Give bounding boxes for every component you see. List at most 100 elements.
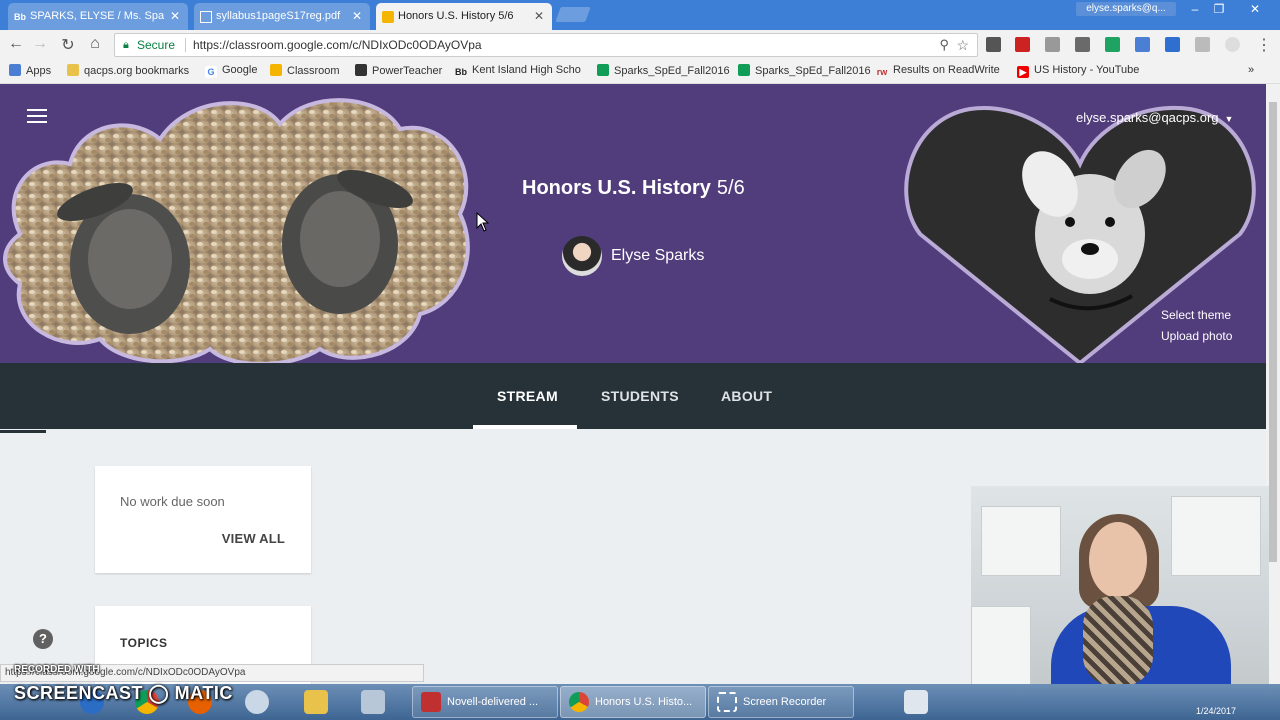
active-tab-indicator xyxy=(473,425,577,429)
taskbar-item-chrome[interactable]: Honors U.S. Histo... xyxy=(560,686,706,718)
apps-grid-icon xyxy=(9,64,21,76)
loading-bar xyxy=(0,430,46,433)
browser-tab-label: SPARKS, ELYSE / Ms. Spa xyxy=(30,10,165,22)
reload-icon[interactable]: ↻ xyxy=(58,35,78,55)
screencast-watermark: SCREENCAST ◯ MATIC xyxy=(14,683,233,703)
course-section: 5/6 xyxy=(716,177,745,199)
blackboard-icon: Bb xyxy=(14,12,26,22)
presenter-face xyxy=(1089,522,1147,598)
zoom-icon[interactable]: ⚲ xyxy=(939,34,949,56)
browser-tab-blackboard[interactable]: Bb SPARKS, ELYSE / Ms. Spa ✕ xyxy=(8,3,188,30)
mouse-cursor-icon xyxy=(476,212,490,232)
webcam-overlay xyxy=(971,486,1269,686)
bookmarks-overflow-icon[interactable]: » xyxy=(1248,64,1254,76)
drive-icon[interactable] xyxy=(1105,37,1120,52)
bookmark-apps[interactable]: Apps xyxy=(9,64,51,77)
caret-down-icon: ▼ xyxy=(1224,114,1234,124)
browser-tab-label: syllabus1pageS17reg.pdf xyxy=(216,10,341,22)
screen-recorder-icon xyxy=(717,692,737,712)
extension-icon[interactable] xyxy=(1195,37,1210,52)
readwrite-icon: rw xyxy=(876,67,888,77)
course-title: Honors U.S. History 5/6 xyxy=(522,177,745,199)
maximize-icon[interactable]: ❐ xyxy=(1208,2,1230,16)
scrollbar-thumb[interactable] xyxy=(1269,102,1277,562)
secure-label: Secure xyxy=(137,38,176,52)
close-icon[interactable]: ✕ xyxy=(352,9,362,23)
class-tabs: STREAM STUDENTS ABOUT xyxy=(0,363,1266,429)
pen-icon[interactable] xyxy=(904,690,928,714)
extension-icon[interactable] xyxy=(1045,37,1060,52)
taskbar-item-recorder[interactable]: Screen Recorder xyxy=(708,686,854,718)
close-icon[interactable]: ✕ xyxy=(534,9,544,23)
account-switcher[interactable]: elyse.sparks@qacps.org ▼ xyxy=(1076,110,1233,125)
address-bar[interactable]: 🔒︎ Secure https://classroom.google.com/c… xyxy=(114,33,978,57)
view-all-button[interactable]: VIEW ALL xyxy=(222,531,285,546)
upcoming-work-card: No work due soon VIEW ALL xyxy=(95,466,311,573)
recorded-with-label: RECORDED WITH xyxy=(14,664,100,675)
extension-icon[interactable] xyxy=(1015,37,1030,52)
new-tab-button[interactable] xyxy=(555,7,591,22)
bookmark-classroom[interactable]: Classroom xyxy=(270,64,340,77)
url-text: https://classroom.google.com/c/NDIxODc0O… xyxy=(193,38,482,52)
novell-icon xyxy=(421,692,441,712)
account-email: elyse.sparks@qacps.org xyxy=(1076,110,1219,125)
tab-students[interactable]: STUDENTS xyxy=(601,388,679,404)
bookmark-kent-island[interactable]: Bb Kent Island High Scho xyxy=(455,64,581,78)
bookmark-youtube[interactable]: ▶ US History - YouTube xyxy=(1017,64,1139,78)
taskbar-item-novell[interactable]: Novell-delivered ... xyxy=(412,686,558,718)
browser-tab-strip: Bb SPARKS, ELYSE / Ms. Spa ✕ syllabus1pa… xyxy=(0,0,1280,30)
minimize-icon[interactable]: – xyxy=(1184,2,1206,16)
help-icon[interactable]: ? xyxy=(33,629,53,649)
select-theme-link[interactable]: Select theme xyxy=(1161,308,1231,322)
home-icon[interactable]: ⌂ xyxy=(85,35,105,53)
browser-toolbar: ← → ↻ ⌂ 🔒︎ Secure https://classroom.goog… xyxy=(0,30,1280,60)
bookmark-readwrite[interactable]: rw Results on ReadWrite xyxy=(876,64,1000,78)
powerteacher-icon xyxy=(355,64,367,76)
document-icon xyxy=(200,11,212,23)
chrome-icon xyxy=(569,692,589,712)
teacher-chip: Elyse Sparks xyxy=(562,235,704,277)
forward-icon[interactable]: → xyxy=(30,35,50,53)
bookmark-powerteacher[interactable]: PowerTeacher xyxy=(355,64,442,77)
profile-button[interactable]: elyse.sparks@q... xyxy=(1076,2,1176,16)
youtube-icon: ▶ xyxy=(1017,66,1029,78)
no-work-text: No work due soon xyxy=(120,494,225,509)
classroom-icon xyxy=(270,64,282,76)
extension-icon[interactable] xyxy=(1225,37,1240,52)
sheets-icon xyxy=(597,64,609,76)
google-icon: G xyxy=(205,66,217,78)
lock-icon: 🔒︎ xyxy=(123,39,129,51)
menu-dots-icon[interactable]: ⋮ xyxy=(1254,35,1274,55)
extension-icon[interactable] xyxy=(1075,37,1090,52)
back-icon[interactable]: ← xyxy=(6,35,26,53)
browser-tab-classroom[interactable]: Honors U.S. History 5/6 ✕ xyxy=(376,3,552,30)
translate-icon[interactable] xyxy=(1135,37,1150,52)
sheets-icon xyxy=(738,64,750,76)
folder-icon xyxy=(67,64,79,76)
bookmark-google[interactable]: G Google xyxy=(205,64,257,78)
app-icon[interactable] xyxy=(245,690,269,714)
close-icon[interactable]: ✕ xyxy=(170,9,180,23)
browser-tab-label: Honors U.S. History 5/6 xyxy=(398,10,514,22)
calculator-icon[interactable] xyxy=(361,690,385,714)
classroom-icon xyxy=(382,11,394,23)
bookmarks-bar: Apps qacps.org bookmarks G Google Classro… xyxy=(0,60,1280,84)
blackboard-icon: Bb xyxy=(455,67,467,77)
bookmark-sheet-2[interactable]: Sparks_SpEd_Fall2016 xyxy=(738,64,871,77)
bookmark-sheet-1[interactable]: Sparks_SpEd_Fall2016 xyxy=(597,64,730,77)
teacher-name: Elyse Sparks xyxy=(611,247,705,264)
avatar xyxy=(562,236,602,276)
extension-icon[interactable] xyxy=(1165,37,1180,52)
tab-stream[interactable]: STREAM xyxy=(497,388,558,404)
turtles-photo xyxy=(3,98,470,363)
topics-heading: TOPICS xyxy=(120,636,168,650)
window-close-icon[interactable]: ✕ xyxy=(1244,2,1266,16)
upload-photo-link[interactable]: Upload photo xyxy=(1161,329,1232,343)
browser-tab-syllabus[interactable]: syllabus1pageS17reg.pdf ✕ xyxy=(194,3,370,30)
extension-icon[interactable] xyxy=(986,37,1001,52)
tab-about[interactable]: ABOUT xyxy=(721,388,772,404)
bookmark-folder[interactable]: qacps.org bookmarks xyxy=(67,64,189,77)
taskbar-date: 1/24/2017 xyxy=(1196,706,1237,716)
notes-icon[interactable] xyxy=(304,690,328,714)
bookmark-star-icon[interactable]: ☆ xyxy=(956,34,969,56)
